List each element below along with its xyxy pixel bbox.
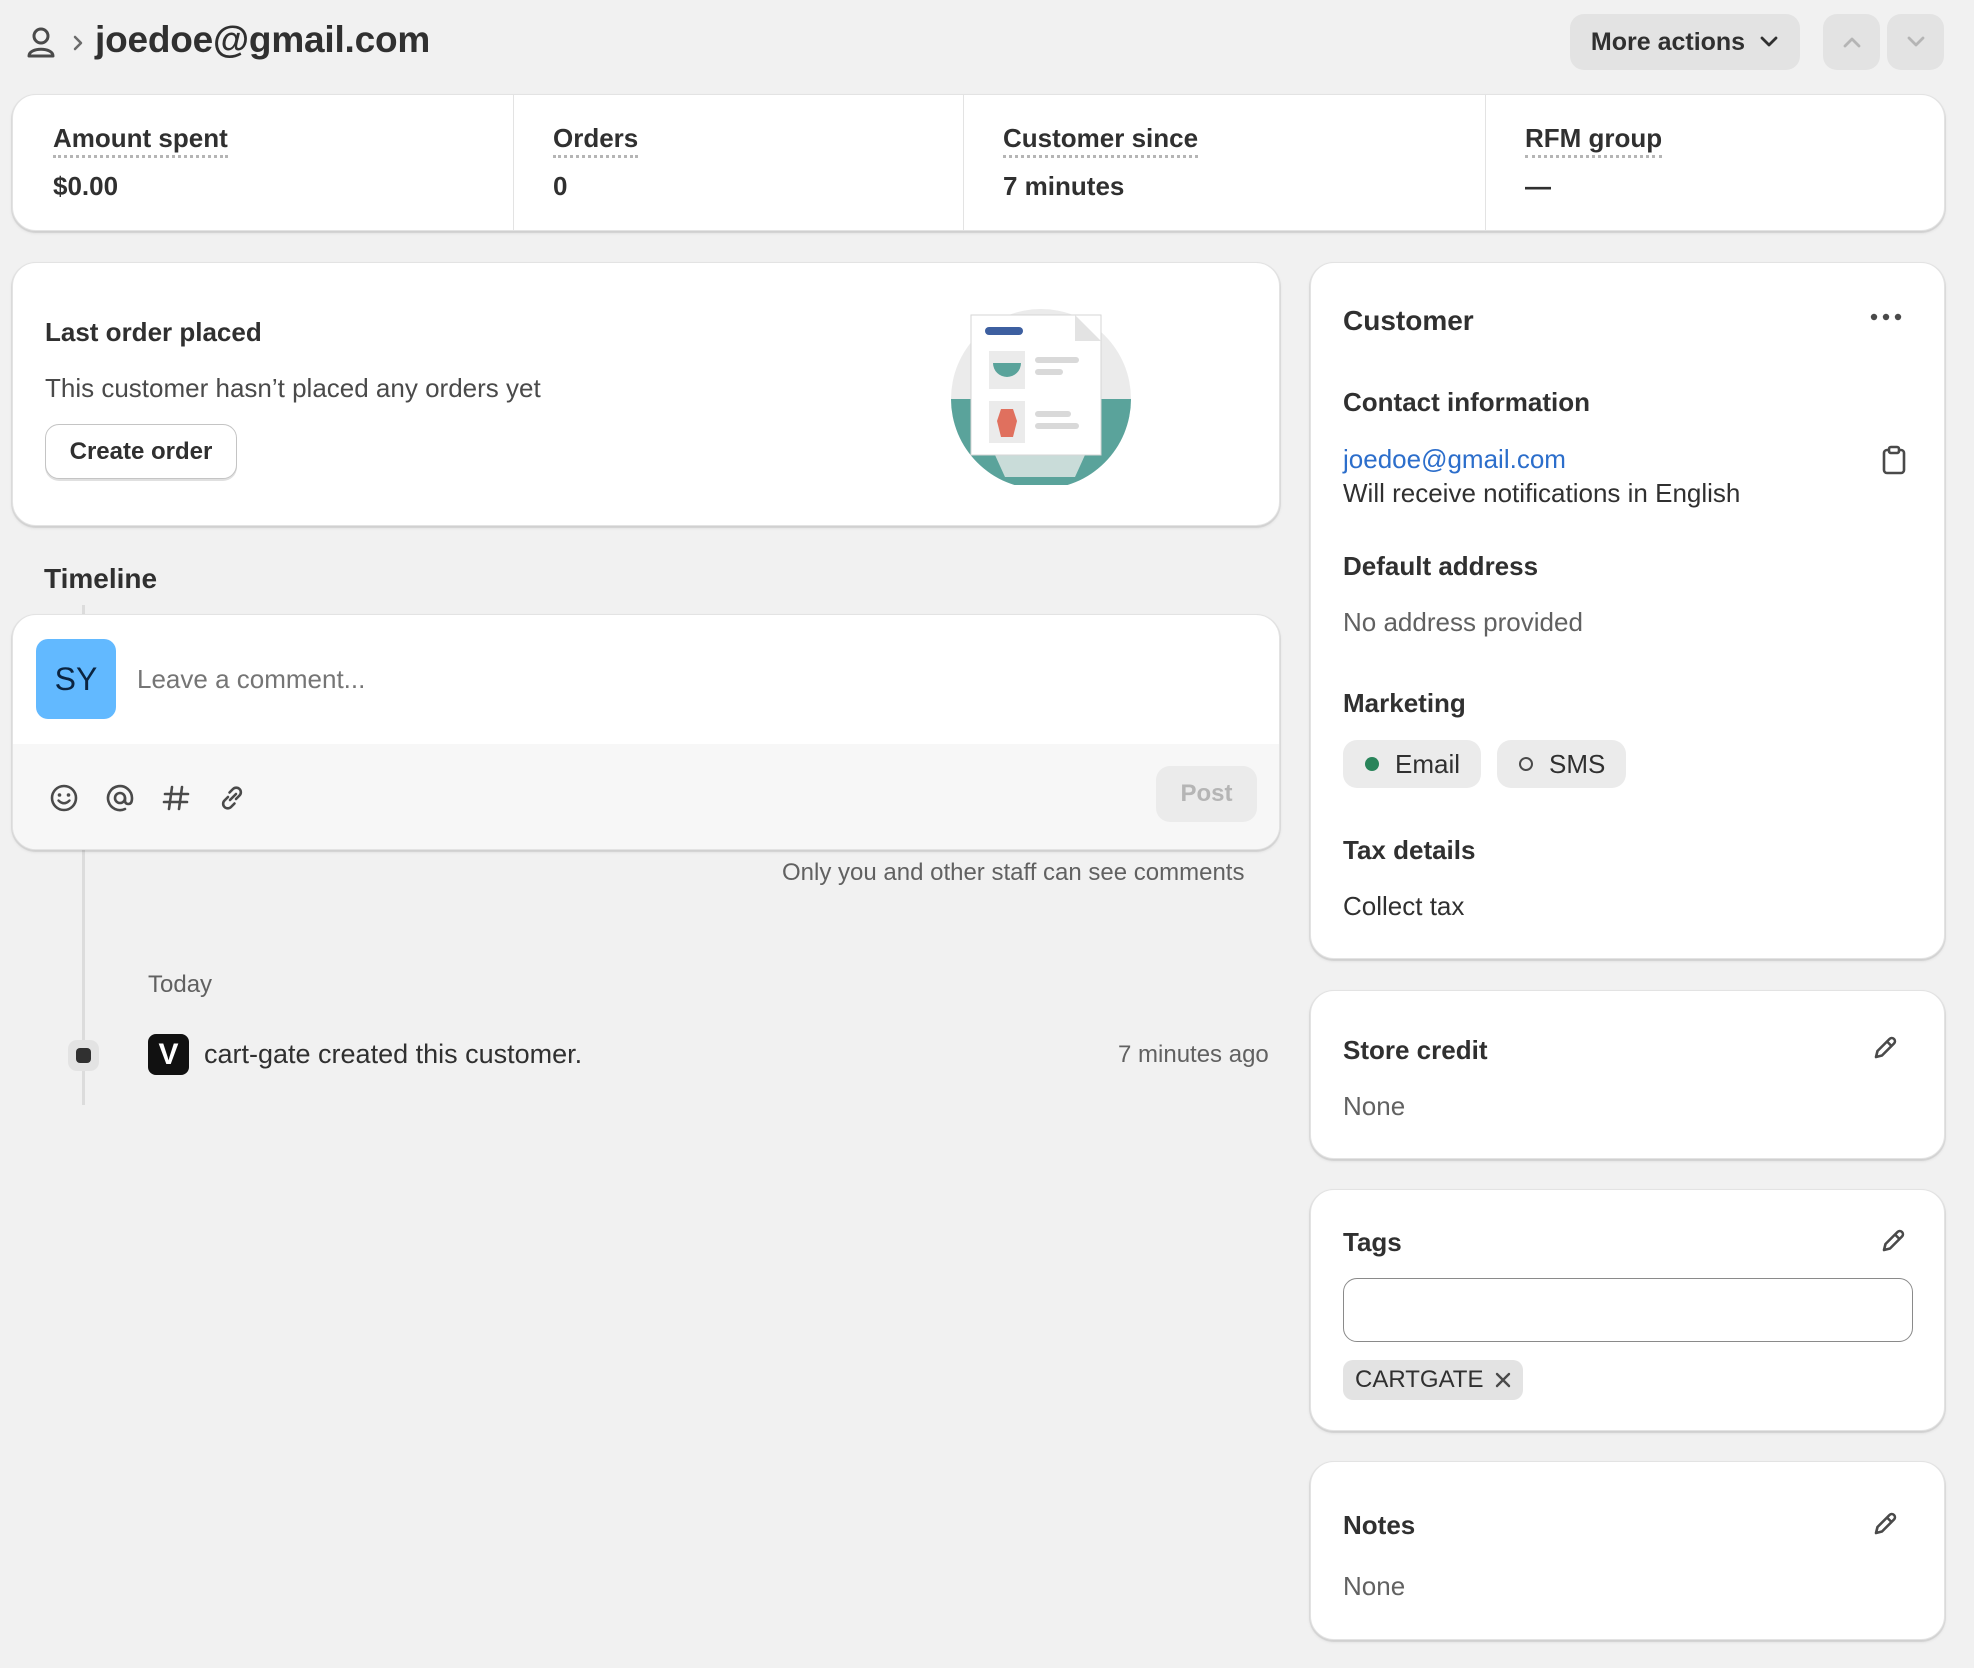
more-options-icon[interactable] [1861,297,1911,337]
stat-label[interactable]: RFM group [1525,123,1663,158]
breadcrumb-chevron-icon [71,33,85,53]
timeline-event-text: cart-gate created this customer. [204,1039,583,1069]
customer-icon[interactable] [26,26,56,58]
stat-amount-spent: Amount spent $0.00 [13,95,513,230]
stat-label[interactable]: Orders [553,123,639,158]
customer-card-title: Customer [1343,305,1474,336]
timeline-event-time: 7 minutes ago [1118,1041,1269,1068]
comment-composer: SY Post [12,614,1280,850]
previous-customer-button[interactable] [1823,14,1880,70]
marketing-sms-label: SMS [1549,748,1606,779]
emoji-icon[interactable] [47,781,81,815]
subscribed-dot-icon [1365,757,1379,771]
more-actions-button[interactable]: More actions [1570,14,1800,70]
store-credit-value: None [1343,1091,1406,1121]
marketing-heading: Marketing [1343,688,1466,718]
contact-information-heading: Contact information [1343,387,1590,417]
tags-card: Tags CARTGATE [1310,1189,1945,1431]
close-icon[interactable] [1495,1372,1511,1388]
tags-title: Tags [1343,1227,1402,1257]
default-address-text: No address provided [1343,607,1583,637]
app-logo-icon: V [148,1034,189,1075]
tax-details-text: Collect tax [1343,891,1465,921]
stat-label[interactable]: Amount spent [53,123,228,158]
tax-details-heading: Tax details [1343,835,1476,865]
marketing-email-badge: Email [1343,740,1481,788]
post-button[interactable]: Post [1156,766,1257,822]
stat-value: — [1525,171,1551,201]
edit-pencil-icon[interactable] [1868,1507,1902,1541]
next-customer-button[interactable] [1887,14,1944,70]
edit-pencil-icon[interactable] [1876,1224,1910,1258]
notes-card: Notes None [1310,1461,1945,1640]
stat-label[interactable]: Customer since [1003,123,1199,158]
customer-card: Customer Contact information joedoe@gmai… [1310,262,1945,959]
more-actions-label: More actions [1590,27,1746,56]
tag-label: CARTGATE [1355,1366,1484,1393]
store-credit-title: Store credit [1343,1035,1488,1065]
chevron-down-icon [1906,35,1926,49]
stat-value: 0 [553,171,568,201]
customer-stats-bar: Amount spent $0.00 Orders 0 Customer sin… [12,94,1945,231]
staff-visibility-note: Only you and other staff can see comment… [782,859,1245,886]
mention-icon[interactable] [103,781,137,815]
notification-language-text: Will receive notifications in English [1343,478,1741,508]
comment-toolbar: Post [13,744,1279,849]
stat-value: 7 minutes [1003,171,1125,201]
chevron-down-icon [1759,35,1779,49]
customer-email-link[interactable]: joedoe@gmail.com [1343,444,1566,475]
stat-value: $0.00 [53,171,119,201]
stat-orders: Orders 0 [513,95,963,230]
chevron-up-icon [1842,35,1862,49]
stat-customer-since: Customer since 7 minutes [963,95,1485,230]
default-address-heading: Default address [1343,551,1539,581]
not-subscribed-dot-icon [1519,757,1533,771]
tag-chip: CARTGATE [1343,1360,1524,1400]
marketing-sms-badge: SMS [1497,740,1626,788]
timeline-day-label: Today [148,971,213,998]
avatar-initials: SY [54,660,98,697]
last-order-title: Last order placed [45,317,262,347]
create-order-button[interactable]: Create order [45,424,237,479]
page-title: joedoe@gmail.com [95,19,431,60]
edit-pencil-icon[interactable] [1868,1031,1902,1065]
hashtag-icon[interactable] [159,781,193,815]
tags-input[interactable] [1343,1278,1913,1342]
marketing-email-label: Email [1395,748,1461,779]
timeline-dot [68,1040,99,1071]
stat-rfm-group: RFM group — [1485,95,1946,230]
copy-clipboard-icon[interactable] [1877,442,1911,478]
no-orders-message: This customer hasn’t placed any orders y… [45,373,541,403]
timeline-title: Timeline [44,563,158,594]
last-order-card: Last order placed This customer hasn’t p… [12,262,1280,526]
avatar: SY [36,639,116,719]
empty-orders-illustration [935,305,1135,489]
notes-value: None [1343,1571,1406,1601]
comment-input[interactable] [137,645,1237,713]
store-credit-card: Store credit None [1310,990,1945,1159]
notes-title: Notes [1343,1510,1416,1540]
attachment-icon[interactable] [215,781,249,815]
